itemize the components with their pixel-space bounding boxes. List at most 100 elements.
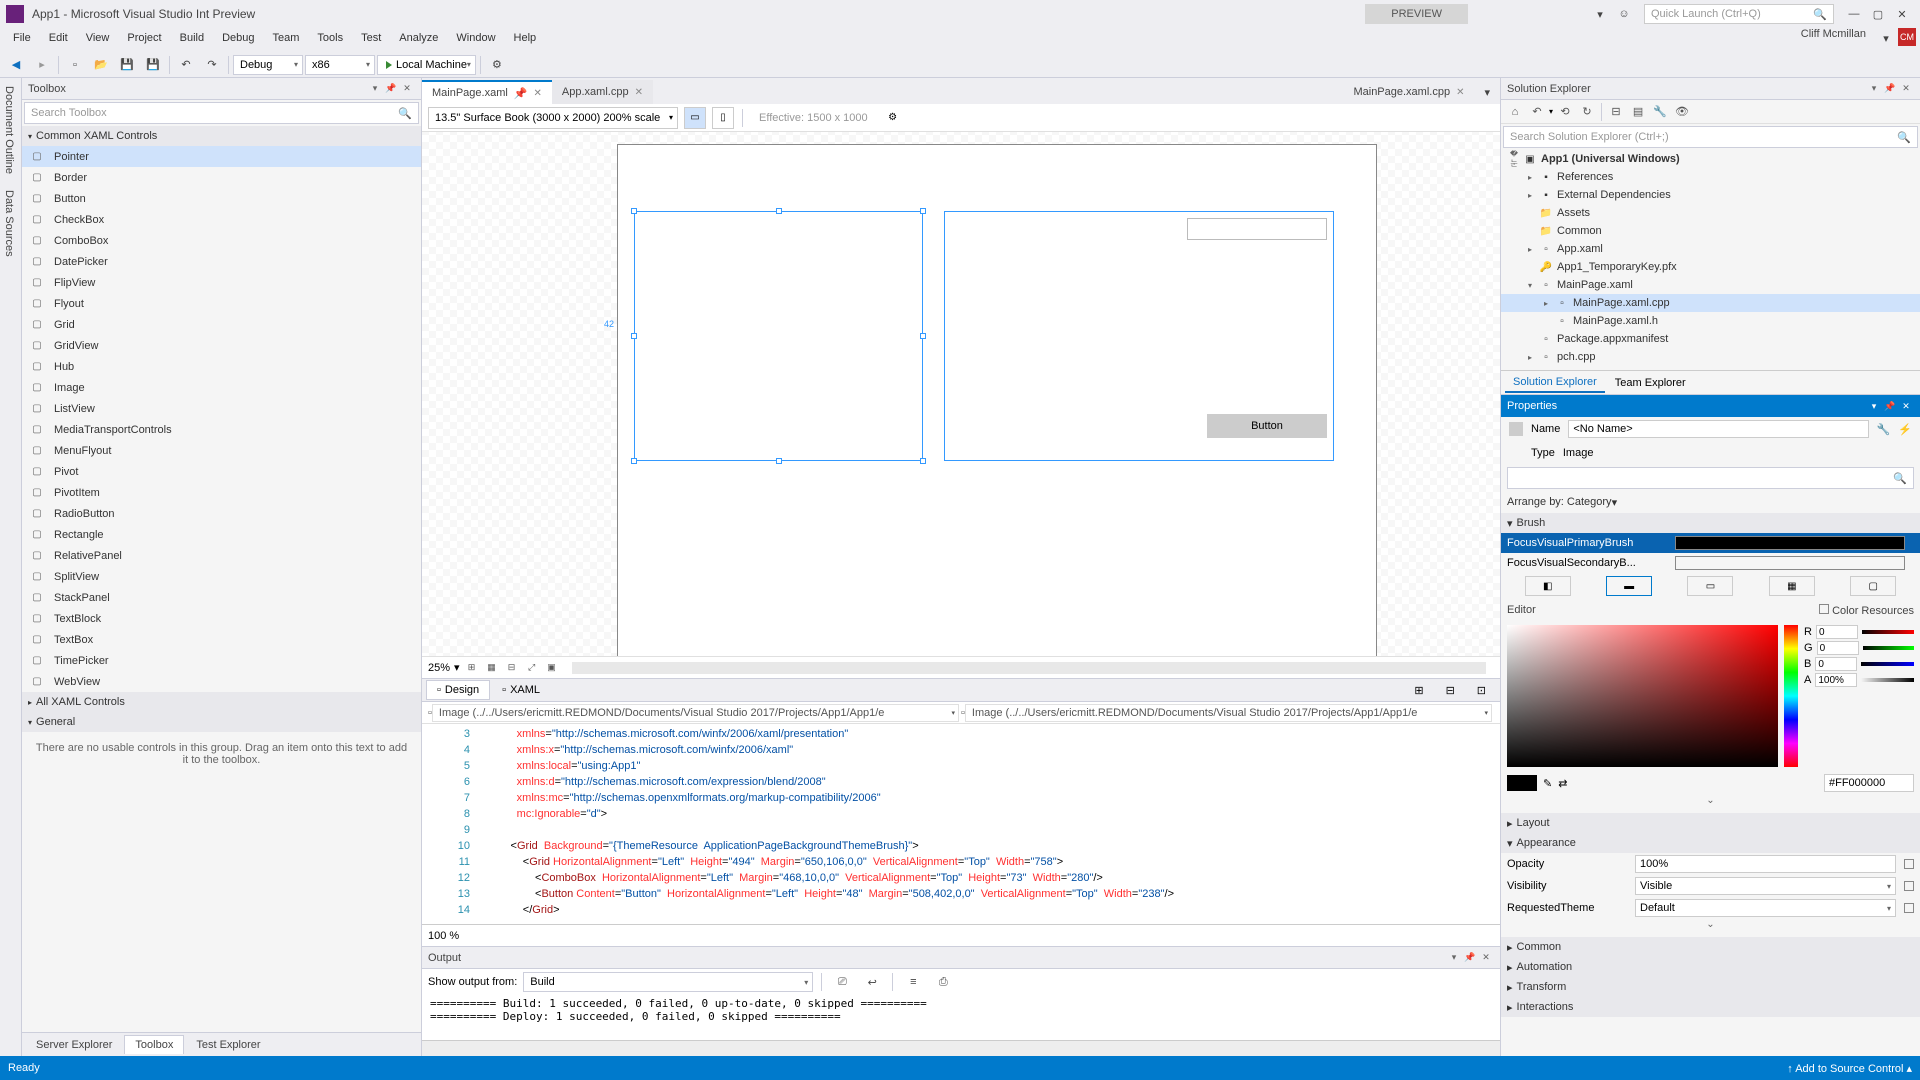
designer-settings-button[interactable]: ⚙ bbox=[882, 107, 904, 129]
menu-debug[interactable]: Debug bbox=[213, 28, 263, 52]
breadcrumb-right[interactable]: Image (../../Users/ericmitt.REDMOND/Docu… bbox=[965, 704, 1492, 722]
back-button[interactable]: ◀ bbox=[4, 54, 28, 76]
menu-help[interactable]: Help bbox=[505, 28, 546, 52]
output-close-button[interactable]: ✕ bbox=[1478, 950, 1494, 966]
appearance-expand[interactable]: ⌄ bbox=[1501, 919, 1920, 937]
redo-button[interactable]: ↷ bbox=[200, 54, 224, 76]
toolbox-item[interactable]: ▢RelativePanel bbox=[22, 545, 421, 566]
prop-group-layout[interactable]: ▸Layout bbox=[1501, 813, 1920, 833]
feedback-icon[interactable]: ☺ bbox=[1612, 4, 1636, 24]
se-collapse-button[interactable]: ⊟ bbox=[1606, 102, 1626, 122]
toolbox-item[interactable]: ▢FlipView bbox=[22, 272, 421, 293]
group-brush[interactable]: ▾Brush bbox=[1501, 513, 1920, 533]
se-tab[interactable]: Team Explorer bbox=[1607, 374, 1694, 392]
minimize-button[interactable]: — bbox=[1842, 4, 1866, 24]
brush-solid-tab[interactable]: ▬ bbox=[1606, 576, 1652, 596]
output-clear-button[interactable]: ⎚ bbox=[830, 971, 854, 993]
toolbox-close-button[interactable]: ✕ bbox=[399, 81, 415, 97]
menu-analyze[interactable]: Analyze bbox=[390, 28, 447, 52]
menu-project[interactable]: Project bbox=[118, 28, 170, 52]
breadcrumb-left[interactable]: Image (../../Users/ericmitt.REDMOND/Docu… bbox=[432, 704, 959, 722]
toolbox-item[interactable]: ▢CheckBox bbox=[22, 209, 421, 230]
toolbox-item[interactable]: ▢TextBox bbox=[22, 629, 421, 650]
doc-tab[interactable]: MainPage.xaml.cpp ✕ bbox=[1343, 80, 1474, 104]
a-input[interactable] bbox=[1815, 673, 1857, 687]
run-button[interactable]: Local Machine bbox=[377, 55, 476, 75]
toolbox-item[interactable]: ▢MediaTransportControls bbox=[22, 419, 421, 440]
tree-node[interactable]: 🔑App1_TemporaryKey.pfx bbox=[1501, 258, 1920, 276]
toolbox-group[interactable]: ▾Common XAML Controls bbox=[22, 126, 421, 146]
menu-file[interactable]: File bbox=[4, 28, 40, 52]
zoom-actual-icon[interactable]: ▣ bbox=[544, 660, 560, 676]
button-control[interactable]: Button bbox=[1207, 414, 1327, 438]
split-layout-button[interactable]: ⊟ bbox=[1436, 681, 1465, 700]
output-wrap-button[interactable]: ↩ bbox=[860, 971, 884, 993]
toolbox-item[interactable]: ▢ListView bbox=[22, 398, 421, 419]
toolbox-item[interactable]: ▢Pointer bbox=[22, 146, 421, 167]
toolbox-item[interactable]: ▢Image bbox=[22, 377, 421, 398]
close-tab-icon[interactable]: ✕ bbox=[534, 88, 542, 99]
toolbox-pin-button[interactable]: 📌 bbox=[383, 81, 399, 97]
open-button[interactable]: 📂 bbox=[89, 54, 113, 76]
toolbox-item[interactable]: ▢Grid bbox=[22, 314, 421, 335]
user-dropdown-icon[interactable]: ▾ bbox=[1874, 28, 1898, 48]
zoom-snapline-icon[interactable]: ⊟ bbox=[504, 660, 520, 676]
toolbox-item[interactable]: ▢PivotItem bbox=[22, 482, 421, 503]
toolbox-item[interactable]: ▢StackPanel bbox=[22, 587, 421, 608]
undo-button[interactable]: ↶ bbox=[174, 54, 198, 76]
tree-node[interactable]: ▸▪External Dependencies bbox=[1501, 186, 1920, 204]
toolbox-dropdown-button[interactable]: ▾ bbox=[367, 81, 383, 97]
se-showall-button[interactable]: ▤ bbox=[1628, 102, 1648, 122]
tree-node[interactable]: ▸▪References bbox=[1501, 168, 1920, 186]
tree-node[interactable]: 📁Common bbox=[1501, 222, 1920, 240]
doc-tab[interactable]: MainPage.xaml 📌 ✕ bbox=[422, 80, 552, 104]
b-input[interactable] bbox=[1815, 657, 1857, 671]
code-editor[interactable]: 34567891011121314 xmlns="http://schemas.… bbox=[422, 724, 1500, 924]
tree-node[interactable]: 📁Assets bbox=[1501, 204, 1920, 222]
se-home-button[interactable]: ⌂ bbox=[1505, 102, 1525, 122]
menu-test[interactable]: Test bbox=[352, 28, 390, 52]
design-canvas[interactable]: 116 42 Button bbox=[422, 132, 1500, 656]
pin-icon[interactable]: 📌 bbox=[514, 87, 528, 100]
arrange-by-label[interactable]: Arrange by: Category bbox=[1507, 496, 1612, 508]
toolbox-item[interactable]: ▢Border bbox=[22, 167, 421, 188]
combobox-control[interactable] bbox=[1187, 218, 1327, 240]
toolbox-search-input[interactable]: Search Toolbox🔍 bbox=[24, 102, 419, 124]
bottom-tab[interactable]: Server Explorer bbox=[26, 1036, 122, 1054]
platform-select[interactable]: x86 bbox=[305, 55, 375, 75]
toolbox-item[interactable]: ▢RadioButton bbox=[22, 503, 421, 524]
props-dropdown-button[interactable]: ▾ bbox=[1866, 401, 1882, 412]
orientation-portrait-button[interactable]: ▯ bbox=[712, 107, 734, 129]
output-dropdown-button[interactable]: ▾ bbox=[1446, 950, 1462, 966]
hex-input[interactable] bbox=[1824, 774, 1914, 792]
output-from-select[interactable]: Build bbox=[523, 972, 813, 992]
output-text[interactable]: ========== Build: 1 succeeded, 0 failed,… bbox=[422, 995, 1500, 1040]
doc-tabs-dropdown[interactable]: ▾ bbox=[1474, 80, 1500, 104]
brush-row[interactable]: FocusVisualPrimaryBrush bbox=[1501, 533, 1920, 553]
toolbox-item[interactable]: ▢DatePicker bbox=[22, 251, 421, 272]
doc-tab[interactable]: App.xaml.cpp ✕ bbox=[552, 80, 653, 104]
toolbox-item[interactable]: ▢Rectangle bbox=[22, 524, 421, 545]
config-select[interactable]: Debug bbox=[233, 55, 303, 75]
se-back-button[interactable]: ↶ bbox=[1527, 102, 1547, 122]
save-button[interactable]: 💾 bbox=[115, 54, 139, 76]
hue-slider[interactable] bbox=[1784, 625, 1798, 767]
r-input[interactable] bbox=[1816, 625, 1858, 639]
prop-marker[interactable] bbox=[1904, 903, 1914, 913]
se-properties-button[interactable]: 🔧 bbox=[1650, 102, 1670, 122]
user-avatar[interactable]: CM bbox=[1898, 28, 1916, 46]
tree-node[interactable]: �눈▣App1 (Universal Windows) bbox=[1501, 150, 1920, 168]
toolbox-group[interactable]: ▾General bbox=[22, 712, 421, 732]
toolbox-item[interactable]: ▢Flyout bbox=[22, 293, 421, 314]
selected-image[interactable] bbox=[634, 211, 923, 461]
prop-group-interactions[interactable]: ▸Interactions bbox=[1501, 997, 1920, 1017]
color-picker[interactable]: R G B A bbox=[1501, 621, 1920, 771]
device-select[interactable]: 13.5" Surface Book (3000 x 2000) 200% sc… bbox=[428, 107, 678, 129]
source-control-button[interactable]: ↑ Add to Source Control ▴ bbox=[1787, 1062, 1912, 1075]
split-tab-design[interactable]: ▫Design bbox=[426, 680, 490, 700]
color-resources-label[interactable]: Color Resources bbox=[1832, 605, 1914, 617]
toolbox-item[interactable]: ▢WebView bbox=[22, 671, 421, 692]
side-tab-data-sources[interactable]: Data Sources bbox=[0, 182, 21, 265]
output-scrollbar[interactable] bbox=[422, 1040, 1500, 1056]
toolbox-item[interactable]: ▢Button bbox=[22, 188, 421, 209]
